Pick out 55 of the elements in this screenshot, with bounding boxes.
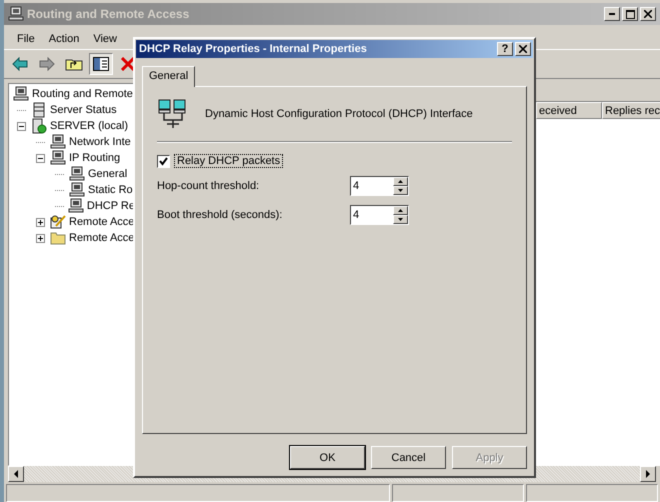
maximize-icon (626, 10, 634, 18)
plus-icon[interactable] (36, 218, 45, 226)
menu-item[interactable]: View (86, 31, 124, 47)
dialog-title: DHCP Relay Properties - Internal Properties (139, 43, 367, 55)
tree-item[interactable]: Remote Acce (69, 232, 134, 244)
tree-item[interactable]: IP Routing (69, 152, 120, 164)
field-label: Boot threshold (seconds): (157, 208, 284, 220)
column-header[interactable]: eceived (536, 102, 602, 119)
tree-item[interactable]: SERVER (local) (50, 120, 128, 132)
tree-item[interactable]: General (88, 168, 128, 180)
field-label: Hop-count threshold: (157, 180, 260, 192)
folder-icon (50, 230, 66, 246)
back-arrow-icon (12, 57, 28, 71)
computer-icon (13, 86, 29, 102)
toolbar-tree-button[interactable] (89, 53, 113, 75)
tree-item[interactable]: Server Status (50, 104, 117, 116)
scroll-left-icon[interactable] (8, 466, 24, 482)
checkbox-label[interactable]: Relay DHCP packets (175, 155, 282, 167)
policy-icon (50, 214, 66, 230)
scroll-right-icon[interactable] (640, 466, 656, 482)
dialog-button[interactable]: OK (290, 446, 365, 469)
close-button[interactable] (515, 42, 531, 56)
folder-up-icon (65, 57, 83, 71)
checkbox[interactable] (157, 154, 170, 168)
minus-icon[interactable] (36, 154, 45, 162)
tree-item[interactable]: Routing and Remote (32, 88, 133, 100)
close-icon (519, 45, 527, 53)
close-icon (644, 10, 652, 18)
computer-icon (69, 182, 85, 198)
computer-icon (50, 134, 66, 150)
minus-icon[interactable] (17, 122, 26, 130)
tab[interactable]: General (142, 66, 196, 87)
tree-item[interactable]: Network Inte (69, 136, 131, 148)
interface-title: Dynamic Host Configuration Protocol (DHCP) Interface (205, 108, 473, 120)
computer-icon (8, 6, 24, 22)
help-button[interactable]: ? (497, 42, 513, 56)
window-title: Routing and Remote Access (27, 7, 190, 21)
menu-item[interactable]: Action (42, 31, 86, 47)
menu-item[interactable]: File (10, 31, 42, 47)
minimize-button[interactable] (604, 7, 620, 21)
minimize-icon (609, 13, 615, 15)
computer-icon (69, 166, 85, 182)
tree-item[interactable]: Remote Acce (69, 216, 134, 228)
plus-icon[interactable] (36, 234, 45, 242)
forward-arrow-icon (39, 57, 55, 71)
delete-icon (121, 57, 135, 71)
computer-icon (50, 150, 66, 166)
tree-item[interactable]: Static Ro (88, 184, 133, 196)
computer-icon (68, 198, 84, 214)
maximize-button[interactable] (622, 7, 638, 21)
dialog-button[interactable]: Cancel (371, 446, 446, 469)
close-button[interactable] (640, 7, 656, 21)
server-stack-icon (31, 102, 47, 118)
server-icon (31, 118, 47, 134)
pane-icon (93, 57, 109, 71)
